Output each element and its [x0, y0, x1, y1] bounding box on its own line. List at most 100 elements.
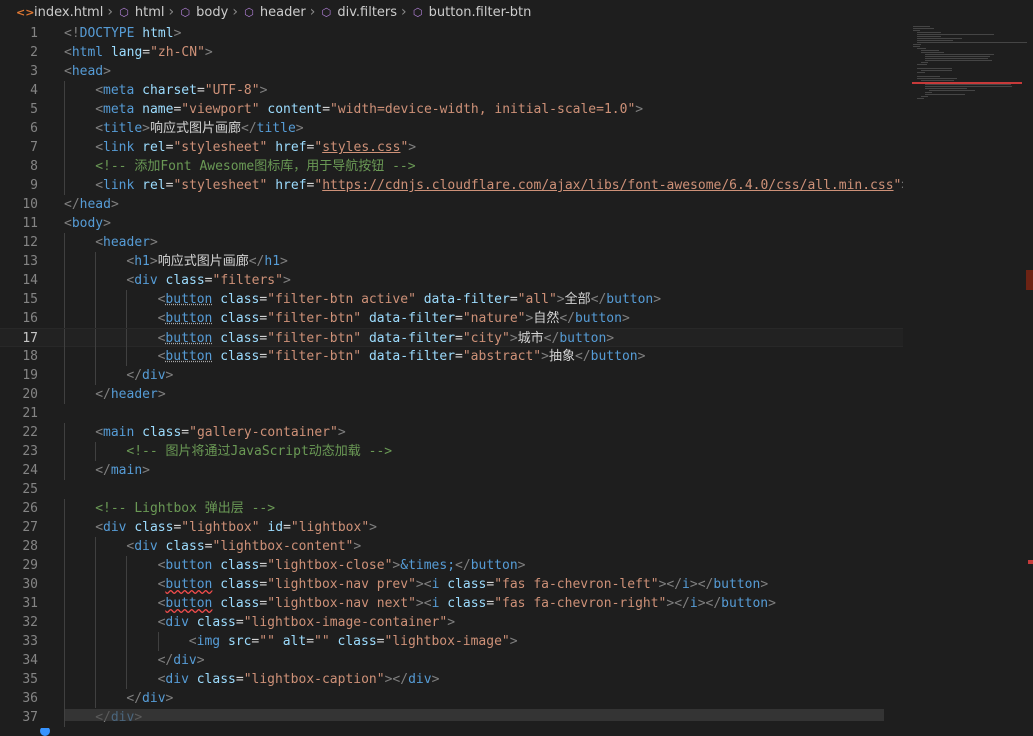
code-text: <h1>响应式图片画廊</h1>	[126, 254, 288, 269]
minimap-line	[925, 54, 995, 55]
symbol-element-icon: ⬡	[412, 5, 423, 19]
code-text: <button class="filter-btn" data-filter="…	[157, 331, 615, 346]
indent-guide	[126, 309, 128, 328]
minimap-line	[917, 98, 924, 99]
line-number: 34	[22, 653, 38, 668]
code-line[interactable]: 6 <title>响应式图片画廊</title>	[0, 119, 903, 138]
breadcrumb-separator-icon: ›	[232, 4, 238, 20]
code-line[interactable]: 2 <html lang="zh-CN">	[0, 43, 903, 62]
minimap-line	[921, 52, 945, 53]
code-line[interactable]: 12 <header>	[0, 233, 903, 252]
indent-guide	[126, 651, 128, 670]
code-text: <main class="gallery-container">	[95, 425, 346, 440]
code-line[interactable]: 27 <div class="lightbox" id="lightbox">	[0, 518, 903, 537]
code-line[interactable]: 32 <div class="lightbox-image-container">	[0, 613, 903, 632]
line-number: 11	[22, 216, 38, 231]
code-line[interactable]: 20 </header>	[0, 385, 903, 404]
indent-guide	[64, 613, 65, 632]
indent-guide	[95, 632, 97, 651]
code-text: <button class="filter-btn" data-filter="…	[157, 349, 646, 364]
indent-guide	[126, 670, 128, 689]
line-number: 17	[22, 331, 38, 346]
indent-guide	[64, 423, 65, 442]
line-number: 7	[30, 140, 38, 155]
minimap-line	[921, 80, 954, 81]
indent-guide	[64, 632, 65, 651]
code-line[interactable]: 11 <body>	[0, 214, 903, 233]
breadcrumb-separator-icon: ›	[107, 4, 113, 20]
code-line[interactable]: 28 <div class="lightbox-content">	[0, 537, 903, 556]
minimap-line	[929, 90, 976, 91]
breadcrumb-item[interactable]: ⬡ body	[178, 5, 228, 20]
code-line[interactable]: 30 <button class="lightbox-nav prev"><i c…	[0, 575, 903, 594]
code-text: <div class="filters">	[126, 273, 291, 288]
code-line[interactable]: 29 <button class="lightbox-close">&times;…	[0, 556, 903, 575]
line-number: 37	[22, 710, 38, 725]
breadcrumb-item[interactable]: ⬡ button.filter-btn	[411, 5, 532, 20]
code-text: <meta name="viewport" content="width=dev…	[95, 102, 644, 117]
minimap-line	[917, 72, 925, 73]
code-line[interactable]: 18 <button class="filter-btn" data-filter…	[0, 347, 903, 366]
code-line[interactable]: 22 <main class="gallery-container">	[0, 423, 903, 442]
symbol-element-icon: ⬡	[119, 5, 129, 19]
breadcrumb-item[interactable]: ⬡ div.filters	[319, 5, 398, 20]
line-number: 35	[22, 672, 38, 687]
indent-guide	[64, 366, 65, 385]
indent-guide	[95, 290, 97, 309]
code-text: <!-- Lightbox 弹出层 -->	[95, 501, 276, 516]
minimap-line	[917, 32, 942, 33]
code-line[interactable]: 16 <button class="filter-btn" data-filter…	[0, 309, 903, 328]
minimap-line	[917, 48, 926, 49]
code-line[interactable]: 34 </div>	[0, 651, 903, 670]
code-line[interactable]: 4 <meta charset="UTF-8">	[0, 81, 903, 100]
code-line[interactable]: 25	[0, 480, 903, 499]
code-line[interactable]: 36 </div>	[0, 689, 903, 708]
code-line[interactable]: 24 </main>	[0, 461, 903, 480]
code-line[interactable]: 26 <!-- Lightbox 弹出层 -->	[0, 499, 903, 518]
line-number: 27	[22, 520, 38, 535]
code-line[interactable]: 23 <!-- 图片将通过JavaScript动态加载 -->	[0, 442, 903, 461]
indent-guide	[126, 290, 128, 309]
indent-guide	[95, 329, 97, 348]
indent-guide	[95, 556, 97, 575]
line-number: 3	[30, 64, 38, 79]
indent-guide	[64, 119, 65, 138]
line-number: 15	[22, 292, 38, 307]
scrollbar-error-marker	[1026, 270, 1033, 290]
code-line[interactable]: 19 </div>	[0, 366, 903, 385]
indent-guide	[64, 556, 65, 575]
code-line[interactable]: 8 <!-- 添加Font Awesome图标库，用于导航按钮 -->	[0, 157, 903, 176]
status-bar	[0, 728, 1033, 736]
code-line[interactable]: 21	[0, 404, 903, 423]
symbol-element-icon: ⬡	[244, 5, 254, 19]
code-text: <!-- 添加Font Awesome图标库，用于导航按钮 -->	[95, 159, 416, 174]
indent-guide	[95, 252, 97, 271]
code-line[interactable]: 17 <button class="filter-btn" data-filter…	[0, 328, 903, 348]
code-line[interactable]: 31 <button class="lightbox-nav next"><i c…	[0, 594, 903, 613]
horizontal-scrollbar[interactable]	[64, 709, 884, 721]
code-line[interactable]: 33 <img src="" alt="" class="lightbox-ima…	[0, 632, 903, 651]
code-line[interactable]: 7 <link rel="stylesheet" href="styles.css…	[0, 138, 903, 157]
code-line[interactable]: 14 <div class="filters">	[0, 271, 903, 290]
indent-guide	[64, 670, 65, 689]
breadcrumb-item[interactable]: ⬡ html	[117, 5, 164, 20]
code-line[interactable]: 1 <!DOCTYPE html>	[0, 24, 903, 43]
code-line[interactable]: 5 <meta name="viewport" content="width=de…	[0, 100, 903, 119]
line-number: 31	[22, 596, 38, 611]
code-line[interactable]: 3 <head>	[0, 62, 903, 81]
breadcrumb-item[interactable]: <> index.html	[16, 5, 103, 20]
minimap[interactable]	[905, 24, 1033, 736]
code-line[interactable]: 9 <link rel="stylesheet" href="https://cd…	[0, 176, 903, 195]
code-line[interactable]: 15 <button class="filter-btn active" data…	[0, 290, 903, 309]
code-text: </head>	[64, 197, 119, 212]
code-text: <div class="lightbox" id="lightbox">	[95, 520, 377, 535]
code-line[interactable]: 35 <div class="lightbox-caption"></div>	[0, 670, 903, 689]
minimap-line	[913, 26, 930, 27]
minimap-line	[925, 56, 990, 57]
line-number: 9	[30, 178, 38, 193]
breadcrumb-item[interactable]: ⬡ header	[242, 5, 306, 20]
code-line[interactable]: 13 <h1>响应式图片画廊</h1>	[0, 252, 903, 271]
code-line[interactable]: 10 </head>	[0, 195, 903, 214]
code-editor[interactable]: 1 <!DOCTYPE html> 2 <html lang="zh-CN"> 3 <he…	[0, 24, 903, 736]
line-number: 20	[22, 387, 38, 402]
